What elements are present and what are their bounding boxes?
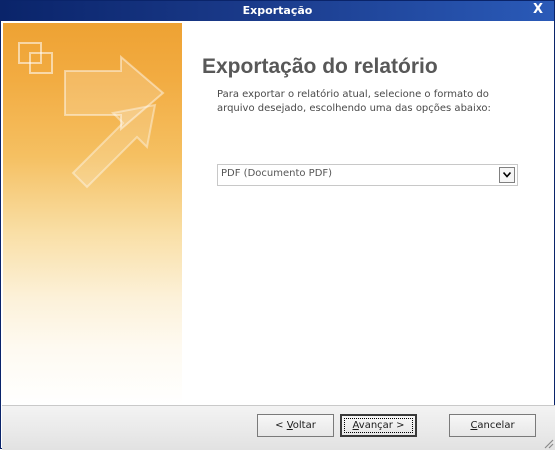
back-button-prefix: < xyxy=(275,420,287,431)
back-button-label: oltar xyxy=(292,420,316,431)
side-banner xyxy=(3,23,182,405)
next-button[interactable]: Avançar > xyxy=(340,414,417,437)
dropdown-button[interactable] xyxy=(499,167,515,183)
cancel-button[interactable]: Cancelar xyxy=(449,414,536,437)
export-arrows-icon xyxy=(18,42,165,189)
page-title: Exportação do relatório xyxy=(202,55,438,78)
content-area: Exportação do relatório Para exportar o … xyxy=(182,23,554,405)
button-bar: < Voltar Avançar > Cancelar xyxy=(2,405,555,450)
export-format-select[interactable]: PDF (Documento PDF) xyxy=(217,164,518,186)
selected-format: PDF (Documento PDF) xyxy=(221,168,333,179)
export-dialog: Exportação X Exportação do relatório Par… xyxy=(0,0,555,450)
title-bar[interactable]: Exportação X xyxy=(1,1,554,21)
resize-grip-icon[interactable] xyxy=(542,437,554,449)
back-button[interactable]: < Voltar xyxy=(257,414,334,437)
instructions-text: Para exportar o relatório atual, selecio… xyxy=(217,89,491,114)
focus-rectangle xyxy=(344,418,413,433)
chevron-down-icon xyxy=(503,172,511,178)
cancel-button-label: ancelar xyxy=(477,420,515,431)
window-title: Exportação xyxy=(242,4,313,17)
close-icon[interactable]: X xyxy=(530,2,546,18)
